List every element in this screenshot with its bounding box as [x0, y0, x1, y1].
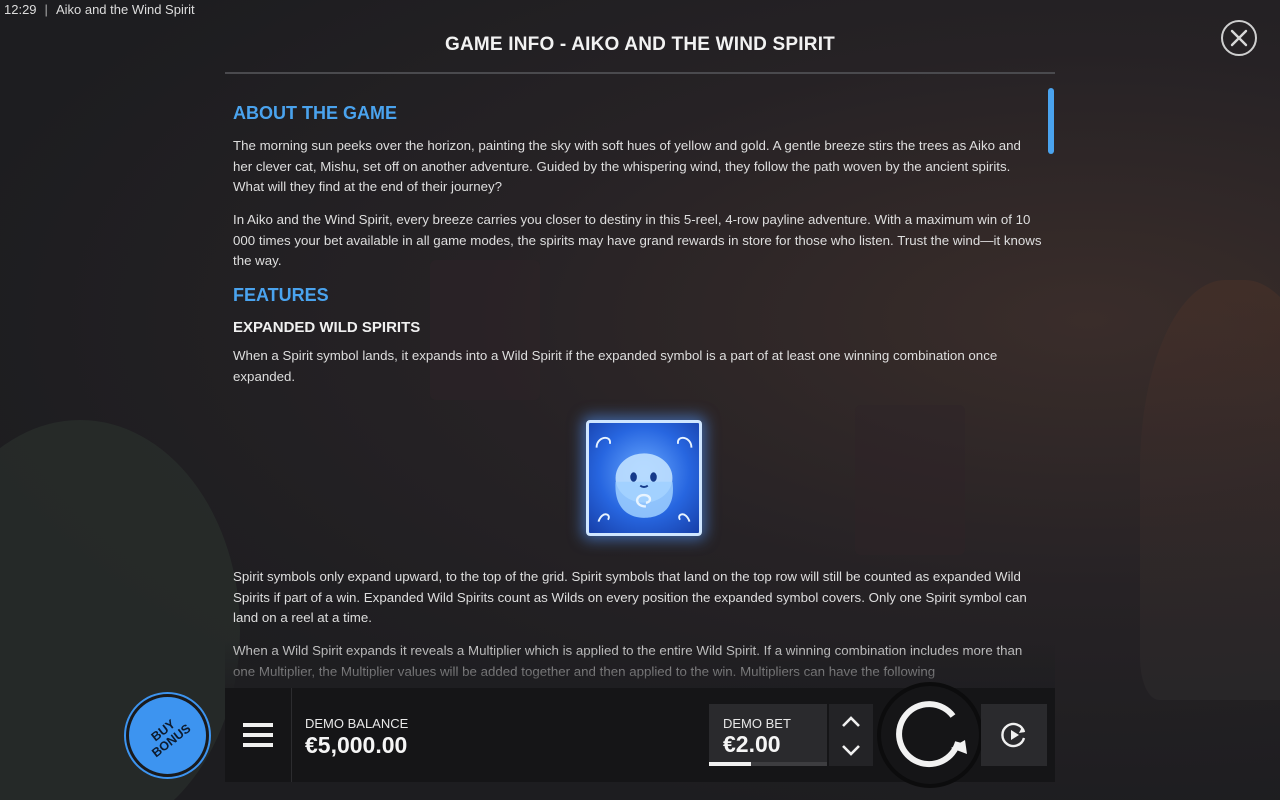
buy-bonus-label: BUY BONUS	[142, 711, 193, 759]
bet-level-indicator	[709, 762, 752, 766]
feature-paragraph-1: Spirit symbols only expand upward, to th…	[233, 569, 1027, 625]
spin-button[interactable]	[877, 682, 983, 788]
info-scrollbar[interactable]	[1048, 88, 1054, 688]
close-icon	[1230, 29, 1248, 47]
bet-label: DEMO BET	[723, 716, 791, 731]
status-bar: 12:29 | Aiko and the Wind Spirit	[4, 2, 195, 17]
info-scroll-panel[interactable]: ABOUT THE GAME The morning sun peeks ove…	[225, 74, 1055, 694]
chevron-up-icon[interactable]	[841, 712, 861, 732]
feature-paragraph-2: When a Wild Spirit expands it reveals a …	[233, 643, 1023, 679]
chevron-down-icon[interactable]	[841, 740, 861, 760]
bet-value: €2.00	[723, 731, 781, 757]
feature-intro: When a Spirit symbol lands, it expands i…	[233, 348, 998, 384]
about-heading: ABOUT THE GAME	[233, 103, 397, 123]
menu-icon	[243, 723, 273, 747]
spirit-symbol-icon	[586, 420, 702, 536]
about-paragraph-1: The morning sun peeks over the horizon, …	[233, 138, 1021, 194]
status-separator: |	[44, 2, 48, 17]
info-title: GAME INFO - AIKO AND THE WIND SPIRIT	[444, 34, 835, 55]
about-paragraph-2: In Aiko and the Wind Spirit, every breez…	[233, 212, 1042, 268]
spin-icon	[896, 701, 967, 768]
bet-stepper	[829, 704, 873, 766]
backdrop-character	[1140, 280, 1280, 700]
autoplay-button[interactable]	[981, 704, 1047, 766]
scrollbar-thumb[interactable]	[1048, 88, 1054, 154]
status-app-title: Aiko and the Wind Spirit	[55, 2, 195, 17]
close-button[interactable]	[1221, 20, 1257, 56]
buy-bonus-button[interactable]: BUY BONUS	[126, 694, 209, 777]
balance-label: DEMO BALANCE	[305, 716, 409, 731]
bet-display: DEMO BET €2.00	[709, 704, 827, 766]
control-bar: DEMO BALANCE €5,000.00 DEMO BET €2.00	[225, 682, 1055, 788]
menu-button[interactable]	[225, 688, 292, 782]
autoplay-icon	[1001, 722, 1026, 748]
feature-title: EXPANDED WILD SPIRITS	[233, 319, 421, 336]
features-heading: FEATURES	[233, 285, 329, 305]
status-time: 12:29	[4, 2, 37, 17]
balance-value: €5,000.00	[305, 732, 408, 758]
